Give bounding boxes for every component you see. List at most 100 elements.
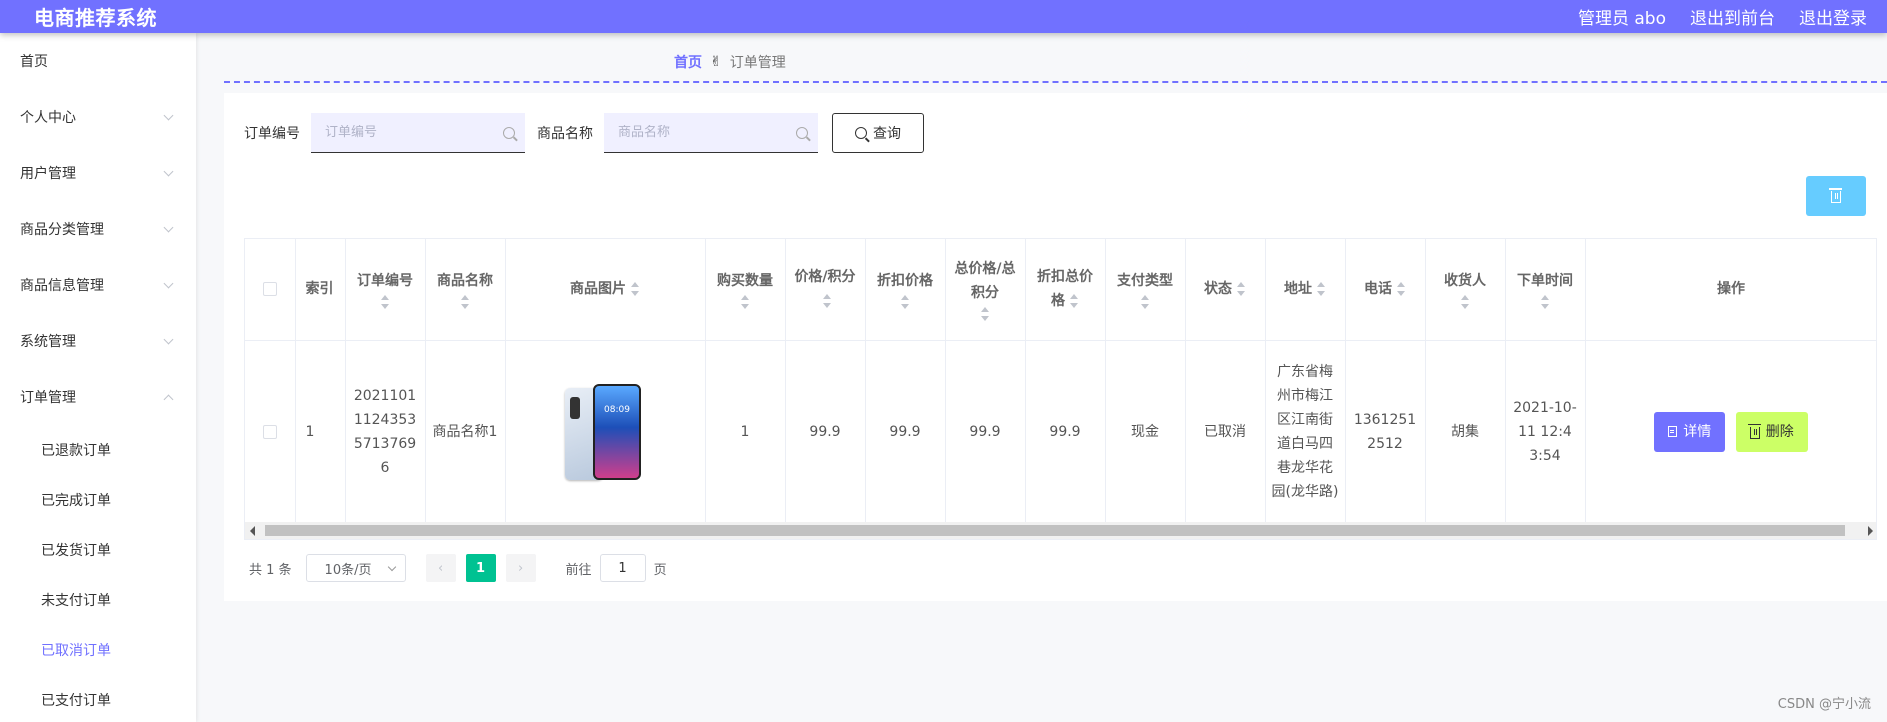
batch-delete-button[interactable]: [1806, 176, 1866, 216]
cell-qty: 1: [705, 340, 786, 524]
chevron-down-icon: [163, 110, 174, 120]
sidebar-item-category-management[interactable]: 商品分类管理: [0, 201, 196, 257]
cell-actions: 详情 删除: [1585, 340, 1876, 524]
sidebar-item-personal-center[interactable]: 个人中心: [0, 89, 196, 145]
breadcrumb-home[interactable]: 首页: [674, 52, 702, 72]
total-count: 共 1 条: [249, 562, 292, 578]
chevron-down-icon: [387, 562, 396, 571]
pagination: 共 1 条 10条/页 ‹ 1 › 前往 页: [249, 554, 667, 582]
column-header[interactable]: 收货人: [1425, 239, 1506, 341]
breadcrumb-current: 订单管理: [729, 55, 786, 71]
column-header[interactable]: 下单时间: [1505, 239, 1586, 341]
horizontal-scrollbar[interactable]: [245, 522, 1876, 539]
cell-product: 商品名称1: [425, 340, 506, 524]
sidebar-subitem-paid[interactable]: 已支付订单: [0, 675, 196, 722]
exit-to-front-link[interactable]: 退出到前台: [1690, 4, 1775, 29]
column-header[interactable]: 总价格/总积分: [945, 239, 1026, 341]
sidebar-item-label: 商品分类管理: [20, 222, 104, 238]
chevron-down-icon: [163, 222, 174, 232]
column-header[interactable]: 地址: [1265, 239, 1346, 341]
page-size-select[interactable]: 10条/页: [305, 554, 406, 582]
sidebar-subitem-shipped[interactable]: 已发货订单: [0, 525, 196, 575]
row-select-cell: [245, 340, 296, 524]
cell-address: 广东省梅州市梅江区江南街道白马四巷龙华花园(龙华路): [1265, 340, 1346, 524]
delete-button[interactable]: 删除: [1735, 411, 1808, 452]
order-no-input[interactable]: [325, 125, 485, 140]
sidebar-item-label: 商品信息管理: [20, 278, 104, 294]
sort-icon[interactable]: [1316, 282, 1326, 297]
cell-product-image: 08:09: [505, 340, 706, 524]
column-header[interactable]: 商品图片: [505, 239, 706, 341]
column-header[interactable]: 购买数量: [705, 239, 786, 341]
order-no-label: 订单编号: [244, 126, 300, 142]
scrollbar-thumb[interactable]: [265, 525, 1845, 536]
column-header[interactable]: 折扣价格: [865, 239, 946, 341]
sort-icon[interactable]: [380, 295, 390, 310]
cell-total: 99.9: [945, 340, 1026, 524]
watermark: CSDN @宁小流: [1777, 697, 1871, 712]
sidebar-item-product-management[interactable]: 商品信息管理: [0, 257, 196, 313]
query-button[interactable]: 查询: [832, 113, 924, 153]
row-checkbox[interactable]: [262, 424, 277, 439]
hand-icon: ✌: [710, 54, 722, 70]
sidebar-subitem-cancelled[interactable]: 已取消订单: [0, 625, 196, 675]
column-header[interactable]: 价格/积分: [785, 239, 866, 341]
search-icon: [796, 126, 808, 139]
scroll-left-icon[interactable]: [250, 526, 255, 536]
sort-icon[interactable]: [1140, 295, 1150, 310]
sort-icon[interactable]: [900, 295, 910, 310]
select-all-checkbox[interactable]: [262, 282, 277, 297]
sidebar-item-system-management[interactable]: 系统管理: [0, 313, 196, 369]
sort-icon[interactable]: [1236, 282, 1246, 297]
divider: [224, 81, 1887, 83]
detail-button[interactable]: 详情: [1654, 411, 1726, 452]
column-header[interactable]: 订单编号: [345, 239, 426, 341]
table-row: 1 202110111243535713769 6 商品名称1 08:09 1 …: [245, 340, 1876, 524]
sidebar-item-home[interactable]: 首页: [0, 33, 196, 89]
goto-page-input[interactable]: [599, 554, 646, 582]
table-header-row: 索引 订单编号 商品名称 商品图片 购买数量 价格/积分 折扣价格 总价格/总积…: [245, 239, 1876, 341]
sort-icon[interactable]: [1460, 295, 1470, 310]
column-header[interactable]: 状态: [1185, 239, 1266, 341]
page-number[interactable]: 1: [465, 554, 496, 582]
sort-icon[interactable]: [740, 295, 750, 310]
prev-page-button[interactable]: ‹: [425, 554, 456, 582]
cell-price: 99.9: [785, 340, 866, 524]
cell-status: 已取消: [1185, 340, 1266, 524]
breadcrumb: 首页 ✌ 订单管理: [674, 52, 786, 72]
sort-icon[interactable]: [460, 295, 470, 310]
goto-page: 前往 页: [566, 554, 667, 582]
sidebar-subitem-unpaid[interactable]: 未支付订单: [0, 575, 196, 625]
chevron-down-icon: [163, 166, 174, 176]
logout-link[interactable]: 退出登录: [1799, 4, 1867, 29]
sort-icon[interactable]: [1069, 294, 1079, 309]
sidebar-item-label: 系统管理: [20, 334, 76, 350]
scroll-right-icon[interactable]: [1868, 526, 1873, 536]
cell-order-no: 202110111243535713769 6: [345, 340, 426, 524]
search-bar: 订单编号 商品名称 查询: [244, 113, 924, 153]
app-title: 电商推荐系统: [34, 6, 157, 30]
product-name-field[interactable]: [604, 113, 818, 153]
sort-icon[interactable]: [822, 294, 832, 309]
sidebar-subitem-refunded[interactable]: 已退款订单: [0, 425, 196, 475]
sidebar-subitem-completed[interactable]: 已完成订单: [0, 475, 196, 525]
column-header[interactable]: 支付类型: [1105, 239, 1186, 341]
sidebar-item-user-management[interactable]: 用户管理: [0, 145, 196, 201]
order-no-field[interactable]: [311, 113, 525, 153]
column-header[interactable]: 商品名称: [425, 239, 506, 341]
sort-icon[interactable]: [1540, 295, 1550, 310]
product-image: 08:09: [565, 383, 645, 480]
next-page-button[interactable]: ›: [505, 554, 536, 582]
sidebar-item-order-management[interactable]: 订单管理: [0, 369, 196, 425]
search-icon: [855, 127, 867, 139]
trash-icon: [1747, 423, 1761, 439]
column-header[interactable]: 电话: [1345, 239, 1426, 341]
column-header[interactable]: 折扣总价格: [1025, 239, 1106, 341]
product-name-input[interactable]: [618, 125, 778, 140]
select-all-cell: [245, 239, 296, 341]
cell-pay-type: 现金: [1105, 340, 1186, 524]
sort-icon[interactable]: [630, 282, 640, 297]
sort-icon[interactable]: [980, 307, 990, 322]
chevron-up-icon: [163, 394, 174, 404]
sort-icon[interactable]: [1396, 282, 1406, 297]
